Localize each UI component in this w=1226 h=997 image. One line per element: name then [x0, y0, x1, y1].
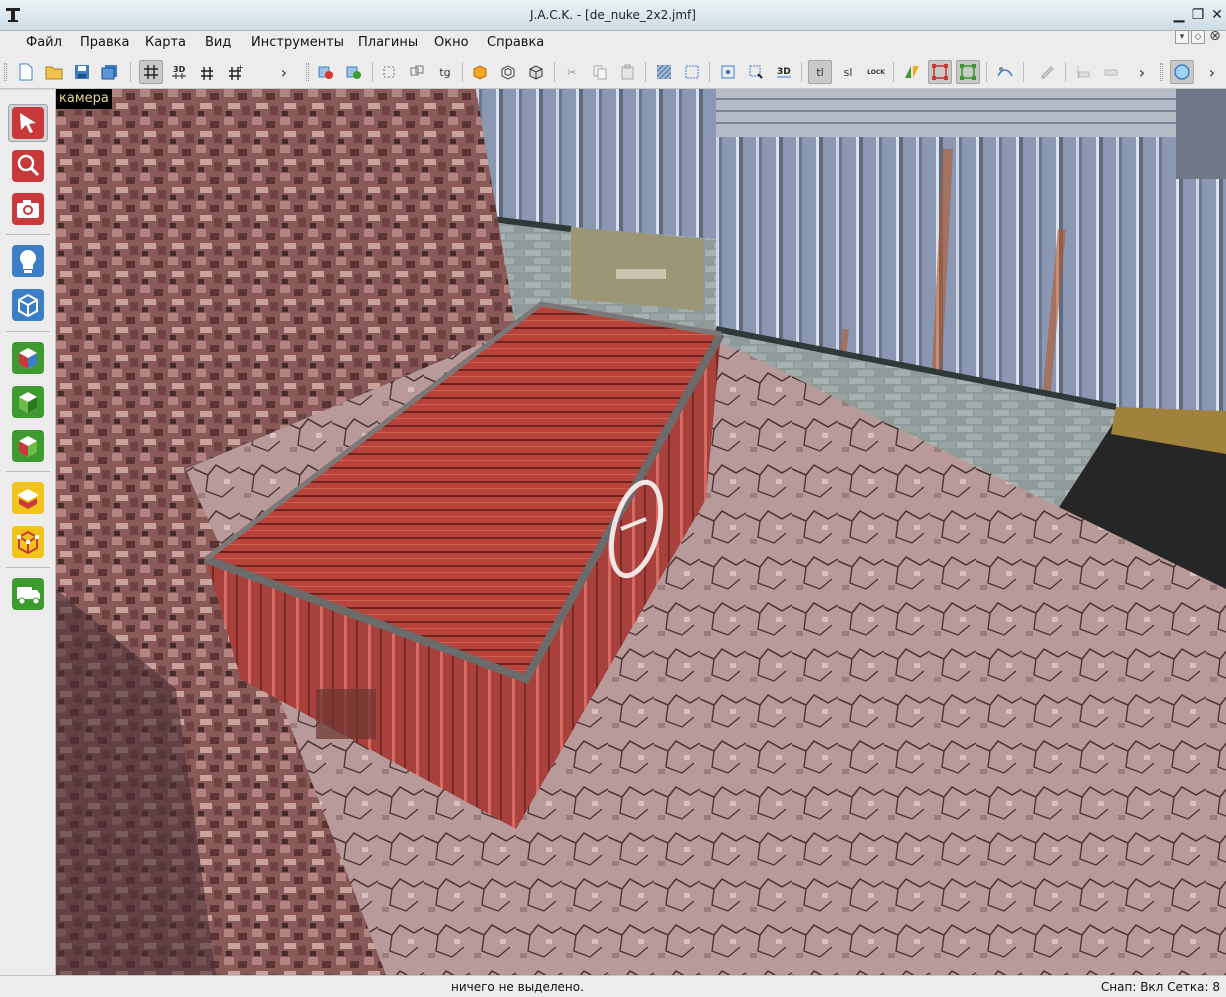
align-left-icon[interactable]	[1071, 60, 1095, 84]
svg-text:3D: 3D	[173, 65, 186, 74]
camera-viewport[interactable]	[56, 89, 1226, 975]
menu-window[interactable]: Окно	[434, 35, 469, 50]
menu-bar: Файл Правка Карта Вид Инструменты Плагин…	[0, 31, 1226, 55]
menu-plugins[interactable]: Плагины	[358, 35, 418, 50]
flip-icon[interactable]	[900, 60, 924, 84]
save-icon[interactable]	[70, 60, 94, 84]
smaller-grid-icon[interactable]: -	[195, 60, 219, 84]
new-file-icon[interactable]	[14, 60, 38, 84]
menu-tools[interactable]: Инструменты	[251, 35, 344, 50]
cut-icon[interactable]: ✂	[560, 60, 584, 84]
toolbar-overflow-icon[interactable]: ›	[1200, 60, 1224, 84]
select-group-icon[interactable]	[405, 60, 429, 84]
menu-map[interactable]: Карта	[145, 35, 186, 50]
clipping-tool-icon[interactable]	[8, 479, 48, 517]
title-bar: J.A.C.K. - [de_nuke_2x2.jmf] ▁ ❐ ✕	[0, 0, 1226, 31]
run-map-icon[interactable]	[1035, 60, 1059, 84]
toolbar-overflow-icon[interactable]: ›	[272, 60, 296, 84]
mdi-restore-icon[interactable]: ◇	[1191, 30, 1205, 44]
selection-bounds-icon[interactable]	[680, 60, 704, 84]
toolbar-grip[interactable]	[4, 63, 7, 81]
texture-application-icon[interactable]	[8, 339, 48, 377]
window-title: J.A.C.K. - [de_nuke_2x2.jmf]	[530, 8, 696, 22]
align-right-icon[interactable]	[1099, 60, 1123, 84]
center-views-icon[interactable]	[716, 60, 740, 84]
larger-grid-icon[interactable]: +	[223, 60, 247, 84]
mdi-close-icon[interactable]: ⊗	[1208, 29, 1222, 44]
menu-help[interactable]: Справка	[487, 35, 544, 50]
scale-lock-toggle[interactable]: sl	[836, 60, 860, 84]
apply-texture-icon[interactable]	[8, 383, 48, 421]
block-tool-icon[interactable]	[8, 286, 48, 324]
menu-view[interactable]: Вид	[205, 35, 231, 50]
viewport-label: камера	[56, 89, 112, 109]
selection-tool-icon[interactable]	[8, 104, 48, 142]
path-tool-icon[interactable]	[8, 575, 48, 613]
grid-icon[interactable]	[139, 60, 163, 84]
lock-toggle[interactable]: LOCK	[864, 60, 888, 84]
toolbar-grip[interactable]	[306, 63, 309, 81]
svg-text:3D: 3D	[777, 67, 791, 77]
texture-lock-icon[interactable]	[652, 60, 676, 84]
maximize-icon[interactable]: ❐	[1190, 7, 1206, 23]
select-vertices-icon[interactable]	[377, 60, 401, 84]
status-message: ничего не выделено.	[451, 980, 584, 994]
vertex-manipulation-icon[interactable]	[928, 60, 952, 84]
toolbar-overflow-icon[interactable]: ›	[1130, 60, 1154, 84]
3d-grid-icon[interactable]: 3D	[167, 60, 191, 84]
minimize-icon[interactable]: ▁	[1171, 7, 1187, 23]
zoom-selection-icon[interactable]	[744, 60, 768, 84]
zoom-tool-icon[interactable]	[8, 147, 48, 185]
vertex-tool-icon[interactable]	[8, 523, 48, 561]
save-all-icon[interactable]	[98, 60, 122, 84]
menu-file[interactable]: Файл	[26, 35, 62, 50]
solid-cube-icon[interactable]	[524, 60, 548, 84]
tool-panel	[0, 90, 56, 975]
svg-text:+: +	[237, 64, 243, 72]
toolbar-grip[interactable]	[1160, 63, 1163, 81]
close-icon[interactable]: ✕	[1209, 7, 1225, 23]
texture-lock-toggle[interactable]: tl	[808, 60, 832, 84]
carve-icon[interactable]	[468, 60, 492, 84]
status-snap: Снап: Вкл Сетка: 8	[1100, 980, 1220, 994]
show-objects-icon[interactable]	[342, 60, 366, 84]
menu-edit[interactable]: Правка	[80, 35, 129, 50]
clip-tool-icon[interactable]	[993, 60, 1017, 84]
hide-objects-icon[interactable]	[314, 60, 338, 84]
ignore-groups-toggle[interactable]: tg	[433, 60, 457, 84]
decal-tool-icon[interactable]	[8, 427, 48, 465]
copy-icon[interactable]	[588, 60, 612, 84]
hollow-icon[interactable]	[496, 60, 520, 84]
main-toolbar: 3D - + › tg ✂ 3D tl sl LOCK › ›	[0, 55, 1226, 89]
edge-manipulation-icon[interactable]	[956, 60, 980, 84]
entity-tool-icon[interactable]	[8, 242, 48, 280]
open-folder-icon[interactable]	[42, 60, 66, 84]
paste-icon[interactable]	[616, 60, 640, 84]
magnifier-icon[interactable]	[1170, 60, 1194, 84]
mdi-minimize-icon[interactable]: ▾	[1175, 30, 1189, 44]
camera-tool-icon[interactable]	[8, 190, 48, 228]
center-3d-view-icon[interactable]: 3D	[772, 60, 796, 84]
status-bar: ничего не выделено. Снап: Вкл Сетка: 8	[0, 975, 1226, 997]
